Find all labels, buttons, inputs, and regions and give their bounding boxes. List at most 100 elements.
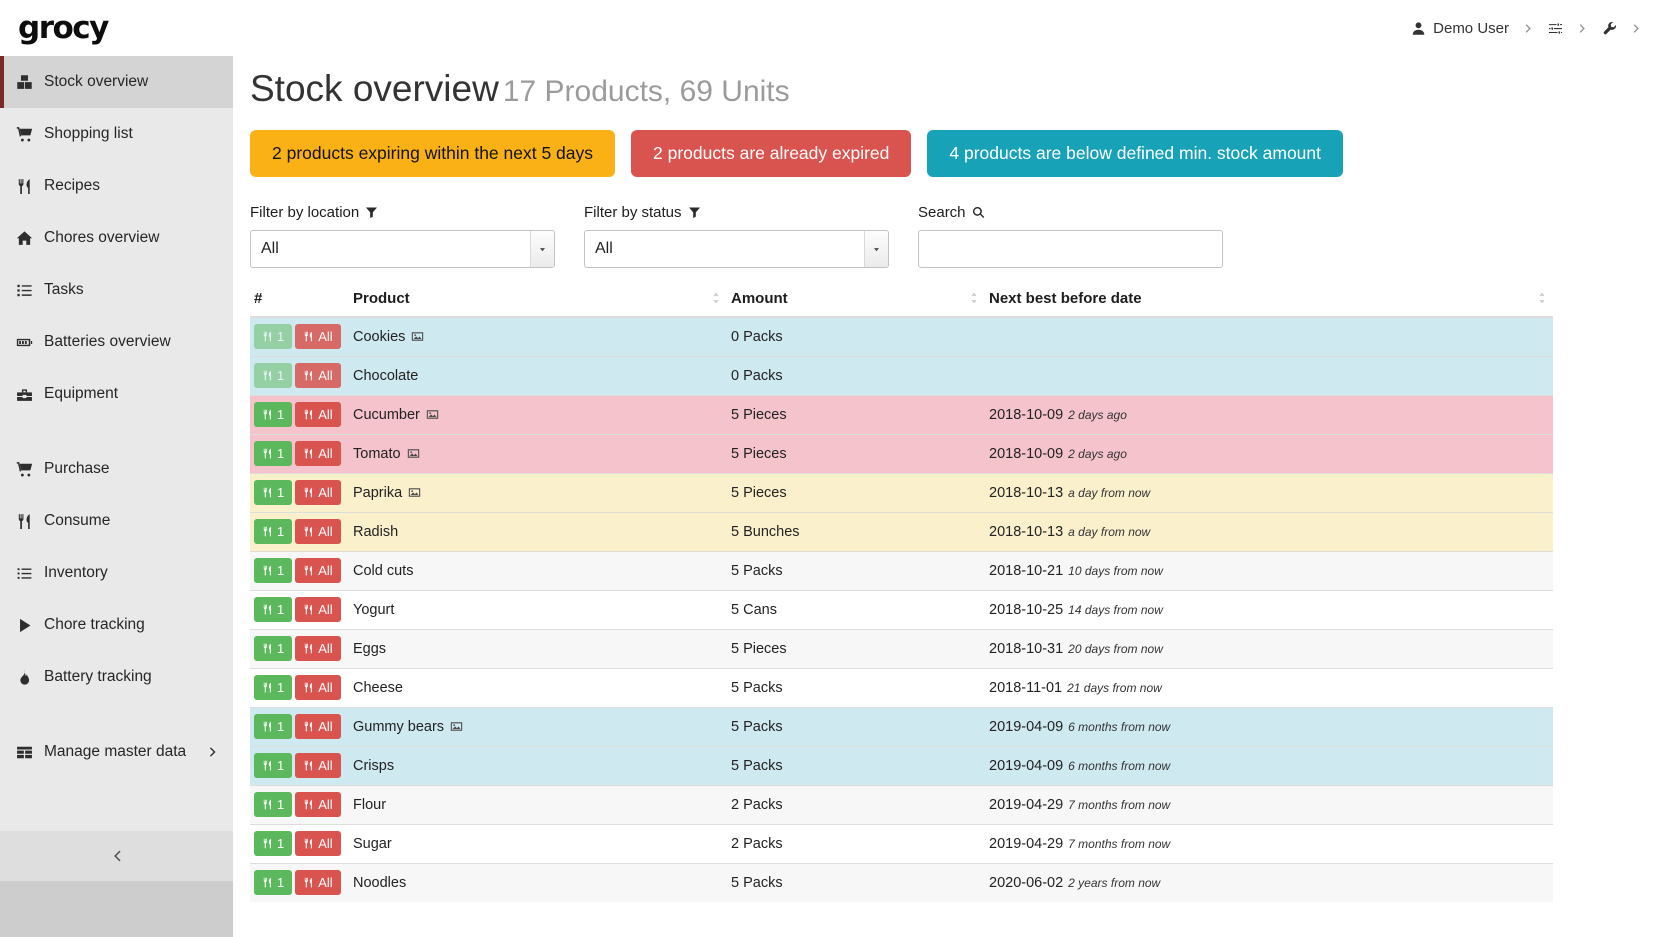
info-alert-button[interactable]: 4 products are below defined min. stock … — [927, 130, 1343, 177]
utensils-icon — [303, 838, 314, 849]
column-header-amount[interactable]: Amount — [727, 286, 985, 317]
product-name[interactable]: Yogurt — [353, 602, 394, 618]
chevron-left-icon — [110, 849, 124, 863]
consume-all-button[interactable]: All — [295, 441, 340, 466]
product-name[interactable]: Cold cuts — [353, 563, 413, 579]
product-cell: Flour — [349, 785, 727, 824]
sidebar-item-shopping-list[interactable]: Shopping list — [0, 108, 233, 160]
consume-one-button[interactable]: 1 — [254, 558, 292, 583]
utensils-icon — [303, 487, 314, 498]
sidebar-item-manage-master-data[interactable]: Manage master data — [0, 726, 233, 778]
consume-all-button[interactable]: All — [295, 597, 340, 622]
product-name[interactable]: Crisps — [353, 758, 394, 774]
sidebar-item-chores-overview[interactable]: Chores overview — [0, 212, 233, 264]
product-name[interactable]: Cheese — [353, 680, 403, 696]
date-cell: 2019-04-096 months from now — [985, 707, 1553, 746]
column-header-next-best-before-date[interactable]: Next best before date — [985, 286, 1553, 317]
consume-all-button[interactable]: All — [295, 558, 340, 583]
utensils-icon — [16, 178, 33, 195]
consume-one-button[interactable]: 1 — [254, 753, 292, 778]
chevron-right-icon — [1523, 23, 1534, 34]
sidebar-item-purchase[interactable]: Purchase — [0, 443, 233, 495]
consume-all-button[interactable]: All — [295, 792, 340, 817]
toolbox-icon — [16, 386, 33, 403]
consume-all-button[interactable]: All — [295, 402, 340, 427]
sidebar-item-recipes[interactable]: Recipes — [0, 160, 233, 212]
column-header-product[interactable]: Product — [349, 286, 727, 317]
product-name[interactable]: Sugar — [353, 836, 392, 852]
consume-all-button[interactable]: All — [295, 636, 340, 661]
sidebar-item-equipment[interactable]: Equipment — [0, 368, 233, 420]
warning-alert-button[interactable]: 2 products expiring within the next 5 da… — [250, 130, 615, 177]
search-input[interactable] — [918, 230, 1223, 268]
product-name[interactable]: Tomato — [353, 446, 401, 462]
table-row: 1AllCrisps5 Packs2019-04-096 months from… — [250, 746, 1553, 785]
consume-all-button[interactable]: All — [295, 675, 340, 700]
product-cell: Paprika — [349, 473, 727, 512]
consume-all-button[interactable]: All — [295, 753, 340, 778]
sidebar-item-stock-overview[interactable]: Stock overview — [0, 56, 233, 108]
sidebar: Stock overviewShopping listRecipesChores… — [0, 56, 233, 937]
consume-one-button[interactable]: 1 — [254, 324, 292, 349]
consume-all-button[interactable]: All — [295, 519, 340, 544]
product-name[interactable]: Paprika — [353, 485, 402, 501]
utensils-icon — [262, 721, 273, 732]
settings-menu[interactable] — [1546, 17, 1565, 40]
consume-one-button[interactable]: 1 — [254, 363, 292, 388]
sidebar-item-batteries-overview[interactable]: Batteries overview — [0, 316, 233, 368]
date-cell: 2018-10-2110 days from now — [985, 551, 1553, 590]
product-name[interactable]: Chocolate — [353, 368, 418, 384]
search-label: Search — [918, 204, 1252, 221]
search-label-text: Search — [918, 204, 966, 221]
consume-one-button[interactable]: 1 — [254, 519, 292, 544]
consume-one-button[interactable]: 1 — [254, 480, 292, 505]
table-row: 1AllGummy bears5 Packs2019-04-096 months… — [250, 707, 1553, 746]
product-name[interactable]: Gummy bears — [353, 719, 444, 735]
user-menu[interactable]: Demo User — [1409, 16, 1511, 41]
consume-one-button[interactable]: 1 — [254, 870, 292, 895]
consume-one-button[interactable]: 1 — [254, 597, 292, 622]
admin-menu[interactable] — [1600, 17, 1619, 40]
wrench-icon — [1602, 21, 1617, 36]
consume-one-button[interactable]: 1 — [254, 831, 292, 856]
product-name[interactable]: Cookies — [353, 329, 405, 345]
location-filter-select[interactable]: All — [250, 230, 555, 268]
sidebar-item-label: Tasks — [44, 281, 84, 299]
product-name[interactable]: Noodles — [353, 875, 406, 891]
status-filter-select[interactable]: All — [584, 230, 889, 268]
product-name[interactable]: Radish — [353, 524, 398, 540]
app-logo[interactable]: grocy — [18, 10, 108, 46]
sidebar-item-inventory[interactable]: Inventory — [0, 547, 233, 599]
sidebar-item-tasks[interactable]: Tasks — [0, 264, 233, 316]
consume-all-button[interactable]: All — [295, 363, 340, 388]
danger-alert-button[interactable]: 2 products are already expired — [631, 130, 911, 177]
actions-cell: 1All — [250, 629, 349, 668]
product-name[interactable]: Eggs — [353, 641, 386, 657]
consume-one-button[interactable]: 1 — [254, 714, 292, 739]
product-name[interactable]: Flour — [353, 797, 386, 813]
flame-icon — [16, 669, 33, 686]
consume-all-button[interactable]: All — [295, 480, 340, 505]
sidebar-item-chore-tracking[interactable]: Chore tracking — [0, 599, 233, 651]
consume-one-button[interactable]: 1 — [254, 402, 292, 427]
product-name[interactable]: Cucumber — [353, 407, 420, 423]
table-row: 1AllSugar2 Packs2019-04-297 months from … — [250, 824, 1553, 863]
sidebar-item-consume[interactable]: Consume — [0, 495, 233, 547]
table-header-row: #ProductAmountNext best before date — [250, 286, 1553, 317]
utensils-icon — [303, 760, 314, 771]
sidebar-collapse-button[interactable] — [0, 831, 233, 881]
relative-date: 6 months from now — [1068, 759, 1170, 773]
top-navbar: grocy Demo User — [0, 0, 1668, 56]
sort-icon — [709, 291, 723, 305]
chevron-right-icon — [1577, 23, 1588, 34]
consume-all-button[interactable]: All — [295, 324, 340, 349]
consume-one-button[interactable]: 1 — [254, 792, 292, 817]
consume-one-button[interactable]: 1 — [254, 441, 292, 466]
consume-all-button[interactable]: All — [295, 831, 340, 856]
search-icon — [972, 206, 985, 219]
sidebar-item-battery-tracking[interactable]: Battery tracking — [0, 651, 233, 703]
consume-all-button[interactable]: All — [295, 870, 340, 895]
consume-one-button[interactable]: 1 — [254, 675, 292, 700]
consume-one-button[interactable]: 1 — [254, 636, 292, 661]
consume-all-button[interactable]: All — [295, 714, 340, 739]
